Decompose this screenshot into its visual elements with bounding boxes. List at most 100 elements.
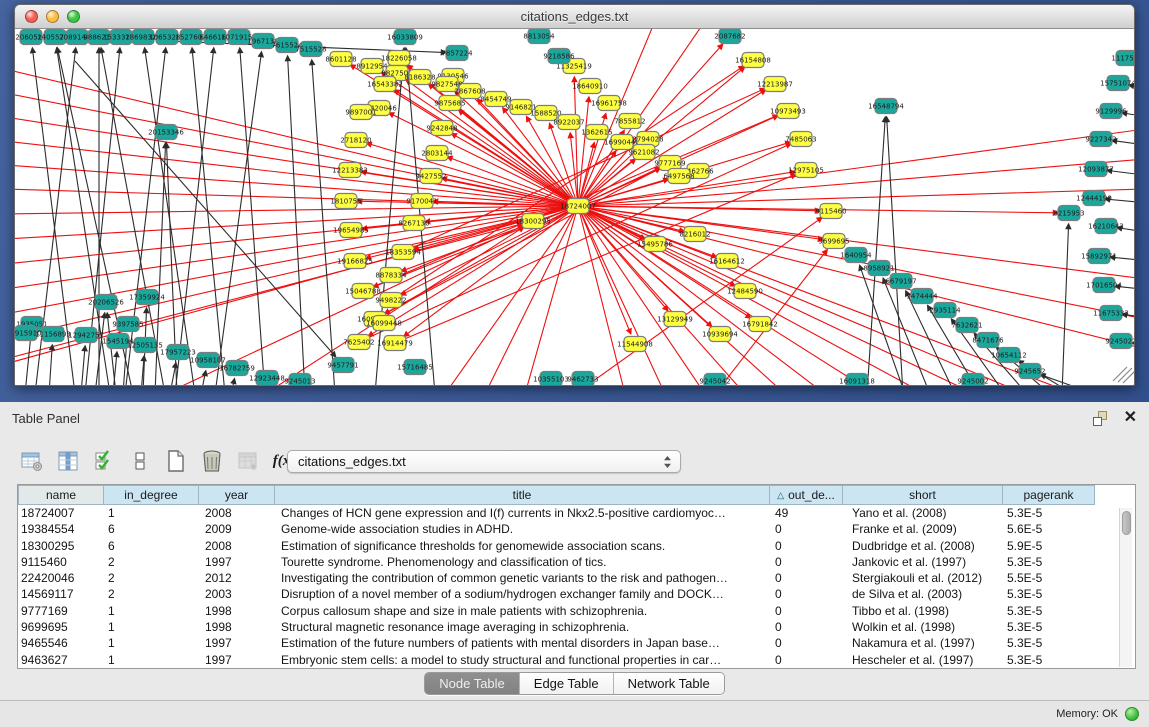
table-cell[interactable]: Estimation of significance thresholds fo…: [275, 538, 770, 554]
table-cell[interactable]: 0: [770, 521, 843, 537]
table-cell[interactable]: 2: [104, 570, 199, 586]
minimize-window-button[interactable]: [46, 10, 59, 23]
table-cell[interactable]: 5.3E-5: [1003, 635, 1095, 651]
table-cell[interactable]: 1: [104, 619, 199, 635]
table-cell[interactable]: 0: [770, 586, 843, 602]
table-cell[interactable]: 18724007: [18, 505, 104, 521]
table-cell[interactable]: Estimation of the future numbers of pati…: [275, 635, 770, 651]
close-panel-icon[interactable]: ✕: [1124, 411, 1137, 425]
table-cell[interactable]: Franke et al. (2009): [843, 521, 1003, 537]
new-column-button[interactable]: [164, 449, 188, 473]
table-cell[interactable]: 6: [104, 538, 199, 554]
table-cell[interactable]: 2: [104, 586, 199, 602]
table-selector-dropdown[interactable]: citations_edges.txt: [287, 450, 681, 473]
table-cell[interactable]: Nakamura et al. (1997): [843, 635, 1003, 651]
table-cell[interactable]: 2003: [199, 586, 275, 602]
table-cell[interactable]: 9465546: [18, 635, 104, 651]
table-cell[interactable]: 0: [770, 635, 843, 651]
tab-network-table[interactable]: Network Table: [613, 673, 724, 694]
column-header-pagerank[interactable]: pagerank: [1003, 485, 1095, 505]
table-cell[interactable]: 2008: [199, 538, 275, 554]
table-cell[interactable]: 1: [104, 652, 199, 668]
float-panel-icon[interactable]: [1092, 411, 1108, 426]
table-cell[interactable]: Tourette syndrome. Phenomenology and cla…: [275, 554, 770, 570]
table-cell[interactable]: 1998: [199, 619, 275, 635]
close-window-button[interactable]: [25, 10, 38, 23]
table-cell[interactable]: 1997: [199, 554, 275, 570]
table-row[interactable]: 946554611997Estimation of the future num…: [18, 635, 1135, 651]
table-row[interactable]: 977716911998Corpus callosum shape and si…: [18, 603, 1135, 619]
resize-grip[interactable]: [1113, 367, 1135, 383]
table-cell[interactable]: 2012: [199, 570, 275, 586]
table-cell[interactable]: Investigating the contribution of common…: [275, 570, 770, 586]
table-cell[interactable]: 1997: [199, 652, 275, 668]
table-cell[interactable]: 49: [770, 505, 843, 521]
table-scrollbar[interactable]: [1119, 508, 1132, 667]
table-cell[interactable]: 18300295: [18, 538, 104, 554]
network-window-titlebar[interactable]: citations_edges.txt: [15, 5, 1134, 29]
table-cell[interactable]: 1: [104, 635, 199, 651]
table-cell[interactable]: 5.3E-5: [1003, 586, 1095, 602]
table-cell[interactable]: 5.3E-5: [1003, 619, 1095, 635]
table-cell[interactable]: 22420046: [18, 570, 104, 586]
table-cell[interactable]: 1998: [199, 603, 275, 619]
table-cell[interactable]: 5.3E-5: [1003, 652, 1095, 668]
table-cell[interactable]: Wolkin et al. (1998): [843, 619, 1003, 635]
tab-edge-table[interactable]: Edge Table: [519, 673, 613, 694]
memory-status-indicator[interactable]: [1125, 707, 1139, 721]
table-cell[interactable]: 2009: [199, 521, 275, 537]
table-row[interactable]: 969969511998Structural magnetic resonanc…: [18, 619, 1135, 635]
table-cell[interactable]: 1997: [199, 635, 275, 651]
table-cell[interactable]: 14569117: [18, 586, 104, 602]
table-cell[interactable]: Changes of HCN gene expression and I(f) …: [275, 505, 770, 521]
column-header-name[interactable]: name: [18, 485, 104, 505]
table-mode-button[interactable]: [20, 449, 44, 473]
table-cell[interactable]: Tibbo et al. (1998): [843, 603, 1003, 619]
table-row[interactable]: 1456911722003Disruption of a novel membe…: [18, 586, 1135, 602]
table-cell[interactable]: 9777169: [18, 603, 104, 619]
table-cell[interactable]: 1: [104, 505, 199, 521]
table-cell[interactable]: Structural magnetic resonance image aver…: [275, 619, 770, 635]
table-cell[interactable]: 9699695: [18, 619, 104, 635]
table-cell[interactable]: 0: [770, 619, 843, 635]
table-cell[interactable]: 0: [770, 652, 843, 668]
table-cell[interactable]: 5.3E-5: [1003, 554, 1095, 570]
tab-node-table[interactable]: Node Table: [425, 673, 519, 694]
column-header-short[interactable]: short: [843, 485, 1003, 505]
table-row[interactable]: 946362711997Embryonic stem cells: a mode…: [18, 652, 1135, 668]
delete-table-button[interactable]: [236, 449, 260, 473]
zoom-window-button[interactable]: [67, 10, 80, 23]
table-cell[interactable]: 1: [104, 603, 199, 619]
table-cell[interactable]: 5.3E-5: [1003, 505, 1095, 521]
column-header-title[interactable]: title: [275, 485, 770, 505]
table-row[interactable]: 911546021997Tourette syndrome. Phenomeno…: [18, 554, 1135, 570]
table-cell[interactable]: 9115460: [18, 554, 104, 570]
table-cell[interactable]: Disruption of a novel member of a sodium…: [275, 586, 770, 602]
table-cell[interactable]: 0: [770, 554, 843, 570]
table-cell[interactable]: 9463627: [18, 652, 104, 668]
table-cell[interactable]: Embryonic stem cells: a model to study s…: [275, 652, 770, 668]
table-cell[interactable]: Dudbridge et al. (2008): [843, 538, 1003, 554]
table-cell[interactable]: 0: [770, 538, 843, 554]
table-row[interactable]: 2242004622012Investigating the contribut…: [18, 570, 1135, 586]
select-columns-button[interactable]: [92, 449, 116, 473]
table-scrollbar-thumb[interactable]: [1122, 511, 1131, 535]
table-row[interactable]: 1830029562008Estimation of significance …: [18, 538, 1135, 554]
delete-column-button[interactable]: [200, 449, 224, 473]
table-cell[interactable]: de Silva et al. (2003): [843, 586, 1003, 602]
table-cell[interactable]: Hescheler et al. (1997): [843, 652, 1003, 668]
column-visibility-button[interactable]: [56, 449, 80, 473]
table-cell[interactable]: 5.3E-5: [1003, 603, 1095, 619]
table-cell[interactable]: Genome-wide association studies in ADHD.: [275, 521, 770, 537]
table-cell[interactable]: 5.6E-5: [1003, 521, 1095, 537]
table-row[interactable]: 1872400712008Changes of HCN gene express…: [18, 505, 1135, 521]
column-header-out_de[interactable]: △out_de...: [770, 485, 843, 505]
table-cell[interactable]: Jankovic et al. (1997): [843, 554, 1003, 570]
table-cell[interactable]: Corpus callosum shape and size in male p…: [275, 603, 770, 619]
table-cell[interactable]: 5.9E-5: [1003, 538, 1095, 554]
table-cell[interactable]: 2008: [199, 505, 275, 521]
table-cell[interactable]: 5.5E-5: [1003, 570, 1095, 586]
table-cell[interactable]: 0: [770, 603, 843, 619]
table-cell[interactable]: 0: [770, 570, 843, 586]
column-header-year[interactable]: year: [199, 485, 275, 505]
